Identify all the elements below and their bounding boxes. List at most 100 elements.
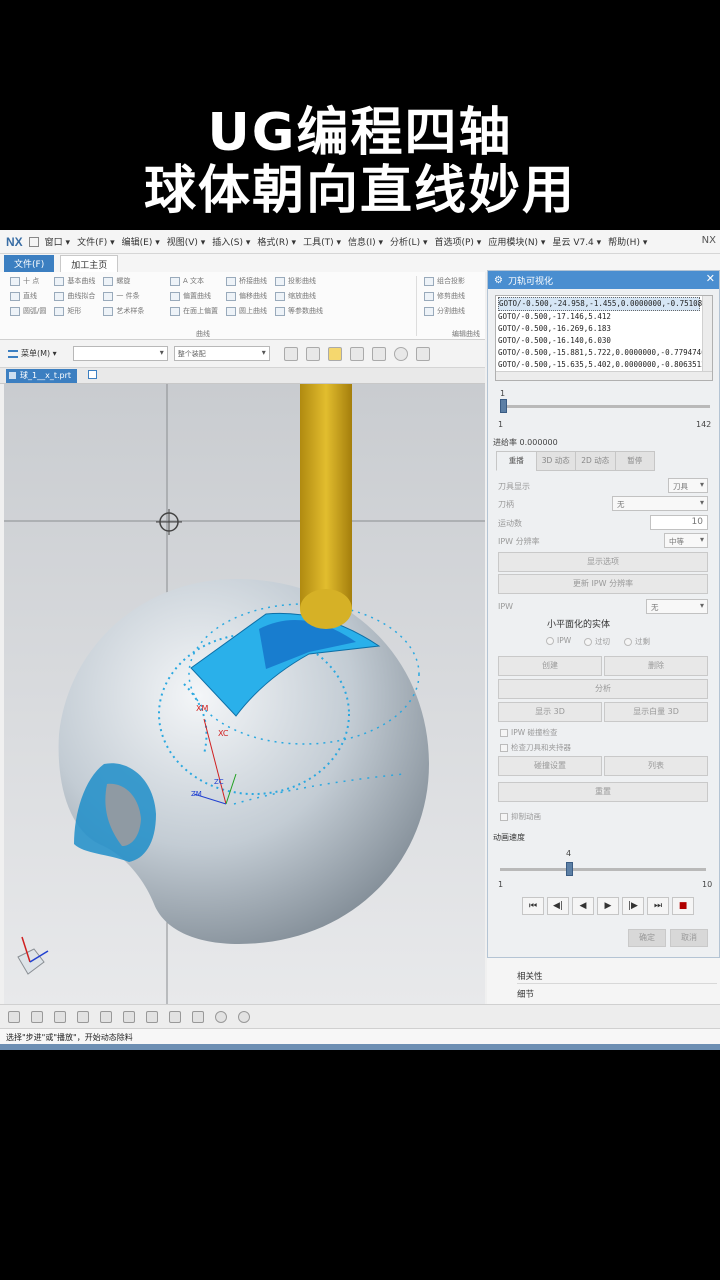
menu-item-insert[interactable]: 插入(S) ▾ [212, 235, 250, 248]
details-panel-label[interactable]: 细节 [517, 988, 534, 1000]
document-tab[interactable]: 球_1__x_t.prt [6, 369, 78, 383]
tab-machining-home[interactable]: 加工主页 [60, 255, 119, 272]
circle-tool-icon[interactable] [238, 1010, 250, 1023]
update-ipw-resolution-button[interactable]: 更新 IPW 分辨率 [498, 574, 708, 594]
snap-endpoint-icon[interactable] [327, 346, 342, 361]
view-tool-icon[interactable] [146, 1010, 158, 1023]
menu-item-format[interactable]: 格式(R) ▾ [257, 235, 296, 248]
ribbon-item[interactable]: 矩形 [54, 306, 95, 316]
overcut-radio[interactable]: 过切 [584, 636, 610, 647]
animation-speed-thumb[interactable] [565, 862, 573, 876]
ribbon-item[interactable]: A 文本 [170, 276, 218, 286]
ok-button[interactable]: 确定 [628, 929, 666, 947]
list-item[interactable]: GOTO/-0.500,-17.146,5.412 [498, 311, 700, 323]
list-item[interactable]: GOTO/-0.500,-15.635,5.402,0.0000000,-0.8… [498, 359, 706, 371]
cube-icon[interactable] [415, 346, 430, 361]
ribbon-item[interactable]: 直线 [10, 291, 46, 301]
step-back-button[interactable]: ◀| [547, 897, 569, 915]
go-to-end-button[interactable]: ⏭ [647, 897, 669, 915]
ribbon-item[interactable]: 十 点 [10, 276, 46, 286]
list-item[interactable]: GOTO/-0.500,-24.958,-1.455,0.0000000,-0.… [498, 297, 707, 311]
ribbon-item[interactable]: 修剪曲线 [424, 291, 465, 301]
collision-settings-button[interactable]: 碰撞设置 [498, 756, 602, 776]
tab-2d-dynamic[interactable]: 2D 动态 [575, 451, 616, 471]
view-tool-icon[interactable] [8, 1010, 20, 1023]
ribbon-item[interactable]: 等参数曲线 [275, 306, 323, 316]
view-tool-icon[interactable] [54, 1010, 66, 1023]
animation-speed-slider[interactable] [500, 862, 706, 876]
ribbon-item[interactable]: 桥接曲线 [226, 276, 267, 286]
close-icon[interactable]: ✕ [706, 272, 715, 285]
gear-icon[interactable]: ⚙ [494, 275, 503, 286]
tab-close-icon[interactable] [88, 370, 97, 379]
view-tool-icon[interactable] [77, 1010, 89, 1023]
ribbon-item[interactable]: 缩放曲线 [275, 291, 323, 301]
menu-item-file[interactable]: 文件(F) ▾ [77, 235, 115, 248]
position-slider-thumb[interactable] [500, 399, 507, 413]
ribbon-item[interactable]: 基本曲线 [54, 276, 95, 286]
tab-replay[interactable]: 重播 [496, 451, 537, 471]
horizontal-scrollbar[interactable] [496, 371, 712, 380]
snap-point-icon[interactable] [305, 346, 320, 361]
ribbon-item[interactable]: 圆弧/圆 [10, 306, 46, 316]
list-item[interactable]: GOTO/-0.500,-16.140,6.030 [498, 335, 700, 347]
go-to-start-button[interactable]: ⏮ [522, 897, 544, 915]
ribbon-item[interactable]: 一 件条 [103, 291, 144, 301]
show-diff-3d-button[interactable]: 显示白量 3D [604, 702, 708, 722]
ribbon-item[interactable]: 螺旋 [103, 276, 144, 286]
display-options-button[interactable]: 显示选项 [498, 552, 708, 572]
menu-item-info[interactable]: 信息(I) ▾ [348, 235, 383, 248]
view-tool-icon[interactable] [31, 1010, 43, 1023]
vertical-scrollbar[interactable] [702, 296, 712, 380]
tab-file[interactable]: 文件(F) [4, 255, 55, 272]
ribbon-item[interactable]: 投影曲线 [275, 276, 323, 286]
intersect-icon[interactable] [371, 346, 386, 361]
list-button[interactable]: 列表 [604, 756, 708, 776]
play-reverse-button[interactable]: ◀ [572, 897, 594, 915]
view-tool-icon[interactable] [100, 1010, 112, 1023]
ipw-select[interactable]: 无 [646, 599, 708, 614]
cancel-button[interactable]: 取消 [670, 929, 708, 947]
menu-item-help[interactable]: 帮助(H) ▾ [608, 235, 647, 248]
create-button[interactable]: 创建 [498, 656, 602, 676]
save-icon[interactable] [28, 236, 39, 247]
reset-button[interactable]: 重置 [498, 782, 708, 802]
ribbon-item[interactable]: 在面上偏置 [170, 306, 218, 316]
list-item[interactable]: GOTO/-0.500,-16.269,6.183 [498, 323, 700, 335]
position-slider[interactable] [500, 399, 710, 413]
ribbon-item[interactable]: 圆上曲线 [226, 306, 267, 316]
circle-tool-icon[interactable] [215, 1010, 227, 1023]
motion-count-input[interactable]: 10 [650, 515, 708, 530]
show-3d-button[interactable]: 显示 3D [498, 702, 602, 722]
tab-3d-dynamic[interactable]: 3D 动态 [535, 451, 576, 471]
goto-listbox[interactable]: GOTO/-0.500,-24.958,-1.455,0.0000000,-0.… [495, 295, 713, 381]
ipw-resolution-select[interactable]: 中等 [664, 533, 708, 548]
menu-item-tools[interactable]: 工具(T) ▾ [303, 235, 341, 248]
view-tool-icon[interactable] [192, 1010, 204, 1023]
holder-select[interactable]: 无 [612, 496, 708, 511]
menu-item-preferences[interactable]: 首选项(P) ▾ [434, 235, 481, 248]
view-tool-icon[interactable] [169, 1010, 181, 1023]
stop-button[interactable]: ■ [672, 897, 694, 915]
view-tool-icon[interactable] [123, 1010, 135, 1023]
ribbon-item[interactable]: 曲线拟合 [54, 291, 95, 301]
arrow-icon[interactable] [349, 346, 364, 361]
select-filter-icon[interactable] [283, 346, 298, 361]
menu-item-plugin[interactable]: 星云 V7.4 ▾ [552, 235, 601, 248]
step-forward-button[interactable]: |▶ [622, 897, 644, 915]
ribbon-item[interactable]: 组合投影 [424, 276, 465, 286]
dependencies-panel-label[interactable]: 相关性 [517, 970, 543, 982]
menu-item-application[interactable]: 应用模块(N) ▾ [488, 235, 545, 248]
excess-radio[interactable]: 过剩 [624, 636, 650, 647]
check-tool-holder-checkbox[interactable]: 检查刀具和夹持器 [500, 742, 571, 753]
tab-pause[interactable]: 暂停 [614, 451, 655, 471]
menu-item-window[interactable]: 窗口 ▾ [45, 235, 70, 248]
hexagon-icon[interactable] [393, 346, 408, 361]
tool-display-select[interactable]: 刀具 [668, 478, 708, 493]
ribbon-item[interactable]: 偏移曲线 [226, 291, 267, 301]
ipw-radio[interactable]: IPW [546, 636, 571, 645]
suppress-animation-checkbox[interactable]: 抑制动画 [500, 811, 541, 822]
analyze-button[interactable]: 分析 [498, 679, 708, 699]
play-button[interactable]: ▶ [597, 897, 619, 915]
menu-item-analysis[interactable]: 分析(L) ▾ [390, 235, 427, 248]
